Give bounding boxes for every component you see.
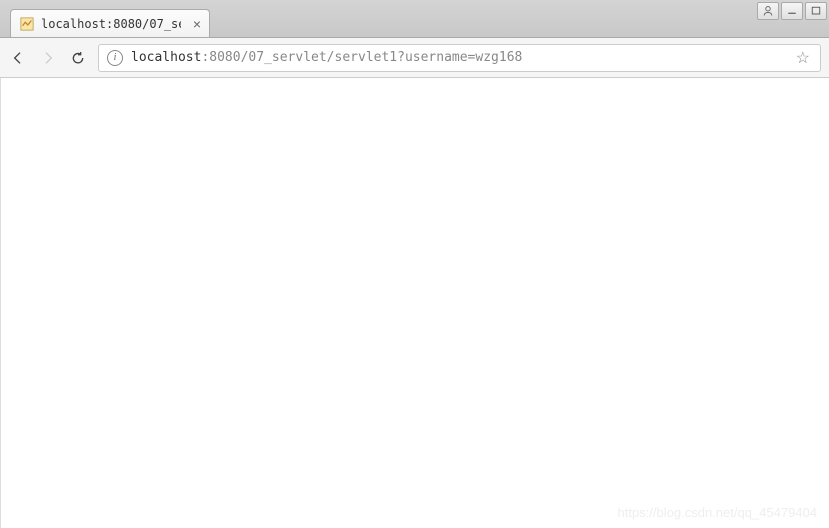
page-content [0,78,829,528]
maximize-button[interactable] [805,2,827,20]
browser-tab[interactable]: localhost:8080/07_ser × [10,9,210,37]
tab-close-icon[interactable]: × [193,16,201,32]
tab-title: localhost:8080/07_ser [41,17,181,31]
reload-button[interactable] [68,48,88,68]
tab-bar: localhost:8080/07_ser × [0,0,829,38]
minimize-button[interactable] [781,2,803,20]
url-text: localhost:8080/07_servlet/servlet1?usern… [131,50,522,65]
tab-favicon-icon [19,16,35,32]
url-host: localhost [131,50,201,65]
user-button[interactable] [757,2,779,20]
site-info-icon[interactable]: i [107,50,123,66]
watermark-text: https://blog.csdn.net/qq_45479404 [618,505,818,520]
url-path: :8080/07_servlet/servlet1?username=wzg16… [201,50,522,65]
window-controls [755,0,829,22]
back-button[interactable] [8,48,28,68]
bookmark-star-icon[interactable]: ☆ [796,48,812,68]
forward-button[interactable] [38,48,58,68]
toolbar: i localhost:8080/07_servlet/servlet1?use… [0,38,829,78]
address-bar[interactable]: i localhost:8080/07_servlet/servlet1?use… [98,44,821,72]
